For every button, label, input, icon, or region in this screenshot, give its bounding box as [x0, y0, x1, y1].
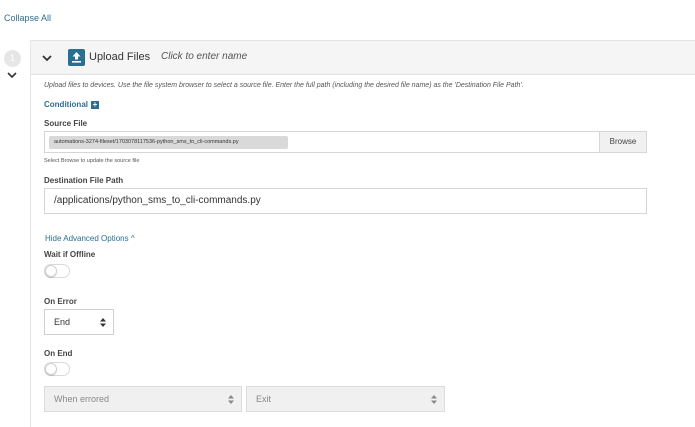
- chevron-down-icon[interactable]: [6, 70, 18, 80]
- on-end-action-select[interactable]: Exit: [246, 386, 445, 412]
- on-end-label: On End: [44, 349, 73, 358]
- step-rail: 1: [0, 41, 30, 427]
- step-name-input[interactable]: Click to enter name: [161, 51, 247, 62]
- source-file-field[interactable]: automations-3274-fileset/1703078117536-p…: [44, 131, 647, 153]
- step-header: Upload Files Click to enter name: [31, 40, 695, 75]
- on-error-label: On Error: [44, 297, 77, 306]
- step-number-badge: 1: [4, 50, 21, 67]
- plus-icon[interactable]: +: [91, 100, 99, 109]
- browse-button[interactable]: Browse: [599, 132, 646, 152]
- destination-path-label: Destination File Path: [44, 176, 124, 185]
- toggle-knob: [45, 265, 57, 277]
- wait-if-offline-toggle[interactable]: [44, 264, 70, 278]
- chevron-down-icon[interactable]: [41, 53, 53, 63]
- source-file-hint: Select Browse to update the source file: [44, 158, 140, 164]
- step-title: Upload Files: [89, 51, 151, 63]
- collapse-all-link[interactable]: Collapse All: [4, 13, 51, 23]
- upload-icon: [68, 49, 85, 66]
- on-end-condition-value: When errored: [54, 394, 110, 404]
- destination-path-input[interactable]: /applications/python_sms_to_cli-commands…: [44, 188, 647, 214]
- source-file-chip: automations-3274-fileset/1703078117536-p…: [49, 136, 288, 149]
- source-file-label: Source File: [44, 119, 88, 128]
- on-error-select[interactable]: End: [44, 309, 114, 335]
- wait-if-offline-label: Wait if Offline: [44, 250, 96, 259]
- on-error-value: End: [54, 317, 71, 327]
- step-description: Upload files to devices. Use the file sy…: [44, 82, 524, 89]
- conditional-link[interactable]: Conditional +: [44, 100, 99, 109]
- on-end-condition-select[interactable]: When errored: [44, 386, 242, 412]
- sort-caret-icon: [228, 395, 234, 404]
- sort-caret-icon: [431, 395, 437, 404]
- step-panel: Upload Files Click to enter name Upload …: [30, 40, 695, 427]
- sort-caret-icon: [100, 318, 106, 327]
- on-end-action-value: Exit: [256, 394, 272, 404]
- toggle-knob: [45, 363, 57, 375]
- hide-advanced-options-link[interactable]: Hide Advanced Options ^: [45, 234, 135, 243]
- on-end-toggle[interactable]: [44, 362, 70, 376]
- conditional-label: Conditional: [44, 100, 88, 109]
